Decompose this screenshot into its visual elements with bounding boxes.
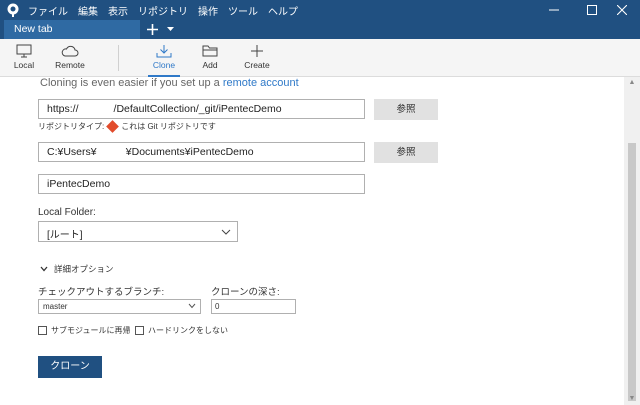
scrollbar-thumb[interactable] (628, 143, 636, 401)
repo-type-text: これは Git リポジトリです (121, 122, 216, 131)
browse-source-button[interactable]: 参照 (374, 99, 438, 120)
clone-button-tab-label: Clone (152, 60, 176, 70)
local-button[interactable]: Local (2, 39, 46, 77)
git-icon (106, 120, 120, 133)
advanced-options-toggle[interactable]: 詳細オプション (40, 263, 114, 275)
repo-type-label: リポジトリタイプ: (38, 122, 105, 131)
chevron-down-icon (40, 266, 48, 272)
close-icon (617, 5, 627, 15)
repo-name-input[interactable]: iPentecDemo (38, 174, 365, 194)
tab-dropdown-button[interactable] (163, 20, 177, 39)
local-button-label: Local (13, 60, 35, 70)
tab-new-tab[interactable]: New tab (4, 20, 140, 39)
scroll-up-button[interactable]: ▲ (624, 77, 640, 89)
chevron-down-icon (166, 27, 174, 31)
destination-path-input[interactable]: C:¥Users¥ ¥Documents¥iPentecDemo (38, 142, 365, 162)
download-icon (156, 45, 172, 58)
menu-item-help[interactable]: ヘルプ (268, 3, 298, 18)
toolbar-divider (118, 45, 119, 71)
chevron-down-icon (221, 229, 231, 235)
menu-item-actions[interactable]: 操作 (198, 3, 218, 18)
plus-icon (146, 24, 158, 35)
maximize-icon (587, 5, 597, 15)
source-url-input[interactable]: https:// /DefaultCollection/_git/iPentec… (38, 99, 365, 119)
checkbox-box[interactable] (135, 326, 144, 335)
menu-item-tools[interactable]: ツール (228, 3, 258, 18)
menu-bar: ファイル 編集 表示 リポジトリ 操作 ツール ヘルプ (28, 0, 298, 20)
hint-text: Cloning is even easier if you set up a (40, 77, 223, 89)
browse-destination-button[interactable]: 参照 (374, 142, 438, 163)
scroll-down-button[interactable]: ▼ (624, 393, 640, 405)
toolbar: Local Remote Clone Add Create (0, 39, 640, 77)
menu-item-repository[interactable]: リポジトリ (138, 3, 188, 18)
minimize-icon (549, 9, 559, 11)
add-button-label: Add (202, 60, 218, 70)
folder-icon (202, 45, 218, 57)
cloud-icon (61, 45, 79, 57)
checkout-branch-dropdown[interactable]: master (38, 299, 201, 314)
remote-button[interactable]: Remote (48, 39, 92, 77)
recurse-submodules-label: サブモジュールに再帰 (51, 326, 131, 335)
vertical-scrollbar[interactable]: ▲ ▼ (624, 77, 640, 405)
local-folder-label: Local Folder: (38, 207, 96, 218)
repo-type-indicator: リポジトリタイプ: これは Git リポジトリです (38, 120, 216, 133)
create-button-label: Create (244, 60, 270, 70)
menu-item-edit[interactable]: 編集 (78, 3, 98, 18)
remote-button-label: Remote (55, 60, 85, 70)
close-button[interactable] (604, 0, 640, 20)
recurse-submodules-checkbox[interactable]: サブモジュールに再帰 (38, 325, 130, 336)
no-hardlinks-checkbox[interactable]: ハードリンクをしない (135, 325, 228, 336)
menu-item-file[interactable]: ファイル (28, 3, 68, 18)
remote-account-hint: Cloning is even easier if you set up a r… (40, 77, 299, 89)
checkout-branch-label: チェックアウトするブランチ: (38, 287, 165, 298)
remote-account-link[interactable]: remote account (223, 77, 299, 89)
chevron-down-icon (188, 303, 196, 309)
add-button[interactable]: Add (188, 39, 232, 77)
checkout-branch-value: master (43, 302, 68, 311)
clone-depth-label: クローンの深さ: (211, 287, 280, 298)
clone-panel: Cloning is even easier if you set up a r… (0, 77, 624, 405)
checkbox-box[interactable] (38, 326, 47, 335)
clone-submit-button[interactable]: クローン (38, 356, 102, 378)
title-bar: ファイル 編集 表示 リポジトリ 操作 ツール ヘルプ (0, 0, 640, 20)
create-button[interactable]: Create (235, 39, 279, 77)
sourcetree-icon (7, 3, 19, 17)
menu-item-view[interactable]: 表示 (108, 3, 128, 18)
local-folder-value: [ルート] (47, 230, 83, 241)
monitor-icon (16, 44, 32, 58)
minimize-button[interactable] (536, 0, 572, 20)
local-folder-dropdown[interactable]: [ルート] (38, 221, 238, 242)
no-hardlinks-label: ハードリンクをしない (148, 326, 228, 335)
clone-depth-input[interactable]: 0 (211, 299, 296, 314)
clone-button-tab[interactable]: Clone (142, 39, 186, 77)
plus-icon (251, 45, 263, 57)
new-tab-button[interactable] (144, 20, 160, 39)
advanced-options-label: 詳細オプション (54, 264, 114, 274)
tab-bar: New tab (0, 20, 640, 39)
